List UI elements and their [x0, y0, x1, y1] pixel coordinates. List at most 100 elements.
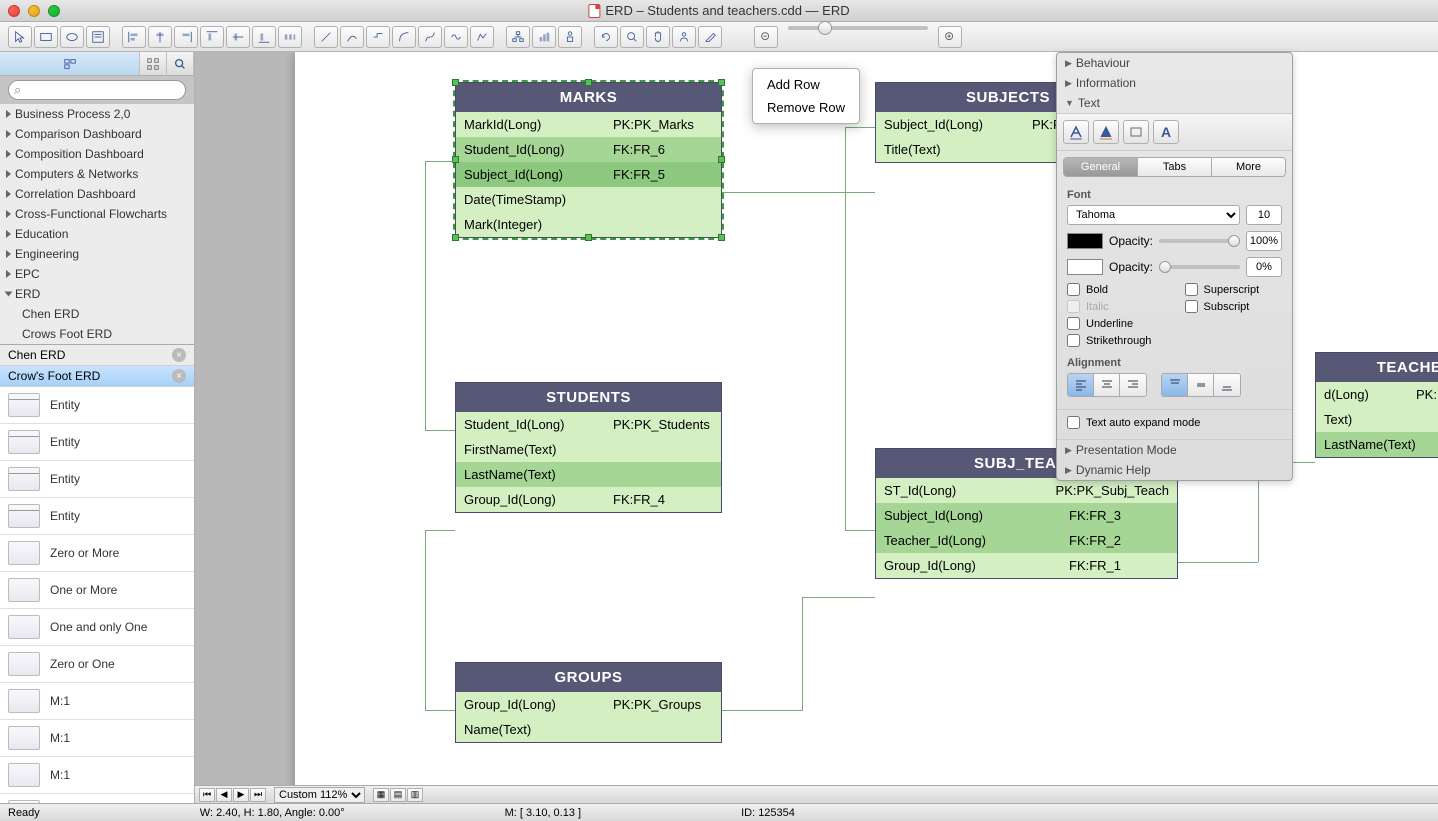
connector-tool[interactable]	[366, 26, 390, 48]
props-tab-general[interactable]: General	[1064, 158, 1138, 176]
props-tab-more[interactable]: More	[1212, 158, 1285, 176]
close-icon[interactable]: ×	[172, 348, 186, 362]
text-a-button[interactable]: A	[1153, 120, 1179, 144]
close-icon[interactable]: ×	[172, 369, 186, 383]
arc-tool[interactable]	[392, 26, 416, 48]
align-left-button[interactable]	[1068, 374, 1094, 396]
tree-item-crowsfoot[interactable]: Crows Foot ERD	[0, 324, 194, 344]
zoom-slider[interactable]	[788, 26, 928, 30]
shape-item[interactable]: One and only One	[0, 609, 194, 646]
opacity-value-bg[interactable]	[1246, 257, 1282, 277]
erd-table-groups[interactable]: GROUPS Group_Id(Long)PK:PK_Groups Name(T…	[455, 662, 722, 743]
grid-toggle[interactable]: ▦	[373, 788, 389, 802]
nav-last[interactable]: ⏭	[250, 788, 266, 802]
nav-first[interactable]: ⏮	[199, 788, 215, 802]
curve-tool[interactable]	[340, 26, 364, 48]
open-tab-chen[interactable]: Chen ERD×	[0, 345, 194, 366]
erd-table-students[interactable]: STUDENTS Student_Id(Long)PK:PK_Students …	[455, 382, 722, 513]
text-fill-button[interactable]	[1093, 120, 1119, 144]
open-tab-crowsfoot[interactable]: Crow's Foot ERD×	[0, 366, 194, 387]
italic-checkbox[interactable]	[1067, 300, 1080, 313]
properties-panel[interactable]: ▶Behaviour ▶Information ▼Text A General …	[1056, 52, 1293, 481]
guides-toggle[interactable]: ▥	[407, 788, 423, 802]
align-right-tool[interactable]	[174, 26, 198, 48]
font-size-input[interactable]	[1246, 205, 1282, 225]
erd-table-marks[interactable]: MARKS MarkId(Long)PK:PK_Marks Student_Id…	[455, 82, 722, 238]
align-left-tool[interactable]	[122, 26, 146, 48]
superscript-checkbox[interactable]	[1185, 283, 1198, 296]
pointer-tool[interactable]	[8, 26, 32, 48]
ellipse-tool[interactable]	[60, 26, 84, 48]
tree-item-chen[interactable]: Chen ERD	[0, 304, 194, 324]
sidebar-tab-libraries[interactable]	[0, 52, 140, 75]
zoom-window-button[interactable]	[48, 5, 60, 17]
valign-bottom-button[interactable]	[1214, 374, 1240, 396]
shape-item[interactable]: M:1	[0, 757, 194, 794]
align-middle-tool[interactable]	[226, 26, 250, 48]
shape-item[interactable]: One or More	[0, 572, 194, 609]
person-tool[interactable]	[672, 26, 696, 48]
shape-item[interactable]: M:1	[0, 794, 194, 803]
tree-item[interactable]: Computers & Networks	[0, 164, 194, 184]
shape-item[interactable]: Entity	[0, 461, 194, 498]
text-rect-button[interactable]	[1123, 120, 1149, 144]
font-select[interactable]: Tahoma	[1067, 205, 1240, 225]
line-tool[interactable]	[314, 26, 338, 48]
props-tab-tabs[interactable]: Tabs	[1138, 158, 1212, 176]
polyline-tool[interactable]	[470, 26, 494, 48]
opacity-value-fg[interactable]	[1246, 231, 1282, 251]
shape-item[interactable]: M:1	[0, 683, 194, 720]
shape-item[interactable]: Entity	[0, 424, 194, 461]
align-top-tool[interactable]	[200, 26, 224, 48]
zoom-in-button[interactable]	[938, 26, 962, 48]
context-add-row[interactable]: Add Row	[753, 73, 859, 96]
pencil-tool[interactable]	[698, 26, 722, 48]
refresh-tool[interactable]	[594, 26, 618, 48]
sidebar-tab-grid[interactable]	[140, 52, 167, 75]
opacity-slider-fg[interactable]	[1159, 239, 1240, 243]
chart-tool[interactable]	[532, 26, 556, 48]
shape-item[interactable]: M:1	[0, 720, 194, 757]
shape-item[interactable]: Entity	[0, 498, 194, 535]
spline-tool[interactable]	[444, 26, 468, 48]
tree-item[interactable]: Engineering	[0, 244, 194, 264]
strike-checkbox[interactable]	[1067, 334, 1080, 347]
tree-item[interactable]: Education	[0, 224, 194, 244]
tree-item[interactable]: Correlation Dashboard	[0, 184, 194, 204]
minimize-window-button[interactable]	[28, 5, 40, 17]
sidebar-tab-search[interactable]	[167, 52, 194, 75]
valign-top-button[interactable]	[1162, 374, 1188, 396]
tree-item[interactable]: Cross-Functional Flowcharts	[0, 204, 194, 224]
shape-item[interactable]: Entity	[0, 387, 194, 424]
distribute-tool[interactable]	[278, 26, 302, 48]
zoom-out-button[interactable]	[754, 26, 778, 48]
nav-prev[interactable]: ◀	[216, 788, 232, 802]
shape-item[interactable]: Zero or More	[0, 535, 194, 572]
underline-checkbox[interactable]	[1067, 317, 1080, 330]
tree-tool[interactable]	[506, 26, 530, 48]
sidebar-search-input[interactable]	[8, 80, 186, 100]
ruler-toggle[interactable]: ▤	[390, 788, 406, 802]
text-tool[interactable]	[86, 26, 110, 48]
section-information[interactable]: ▶Information	[1057, 73, 1292, 93]
rectangle-tool[interactable]	[34, 26, 58, 48]
section-behaviour[interactable]: ▶Behaviour	[1057, 53, 1292, 73]
align-right-button[interactable]	[1120, 374, 1146, 396]
color-swatch-bg[interactable]	[1067, 259, 1103, 275]
section-presentation[interactable]: ▶Presentation Mode	[1057, 439, 1292, 460]
zoom-select[interactable]: Custom 112%	[274, 787, 365, 803]
section-text[interactable]: ▼Text	[1057, 93, 1292, 113]
section-help[interactable]: ▶Dynamic Help	[1057, 460, 1292, 480]
bezier-tool[interactable]	[418, 26, 442, 48]
shape-item[interactable]: Zero or One	[0, 646, 194, 683]
align-bottom-tool[interactable]	[252, 26, 276, 48]
subscript-checkbox[interactable]	[1185, 300, 1198, 313]
color-swatch-fg[interactable]	[1067, 233, 1103, 249]
autoexpand-checkbox[interactable]	[1067, 416, 1080, 429]
text-outline-button[interactable]	[1063, 120, 1089, 144]
org-tool[interactable]	[558, 26, 582, 48]
tree-item[interactable]: EPC	[0, 264, 194, 284]
align-center-tool[interactable]	[148, 26, 172, 48]
tree-item[interactable]: Composition Dashboard	[0, 144, 194, 164]
erd-table-teachers[interactable]: TEACHERS d(Long)PK:PK_Te Text) LastName(…	[1315, 352, 1438, 458]
